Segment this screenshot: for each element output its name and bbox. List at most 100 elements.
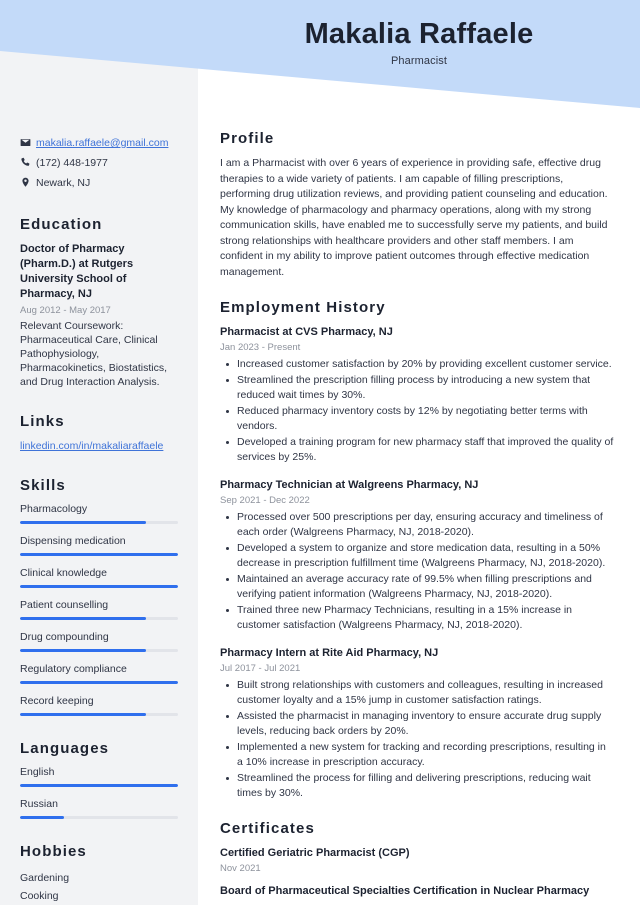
hobbies-heading: Hobbies	[20, 843, 87, 860]
sidebar: makalia.raffaele@gmail.com (172) 448-197…	[0, 0, 198, 905]
profile-heading: Profile	[220, 130, 275, 147]
contact-row-location: Newark, NJ	[20, 176, 178, 190]
job-bullet: Streamlined the prescription filling pro…	[220, 373, 614, 403]
employment-history-heading: Employment History	[220, 299, 386, 316]
language-item: Russian	[20, 798, 178, 819]
skill-label: Drug compounding	[20, 631, 109, 643]
skill-bar-fill	[20, 585, 178, 588]
linkedin-link[interactable]: linkedin.com/in/makaliaraffaele	[20, 439, 163, 453]
language-bar-track	[20, 784, 178, 787]
job-entry: Pharmacist at CVS Pharmacy, NJ Jan 2023 …	[220, 325, 614, 465]
job-date: Jan 2023 - Present	[220, 342, 301, 353]
education-entry: Doctor of Pharmacy (Pharm.D.) at Rutgers…	[20, 242, 178, 389]
contact-phone: (172) 448-1977	[36, 157, 108, 169]
job-bullet: Developed a system to organize and store…	[220, 541, 614, 571]
link-item[interactable]: linkedin.com/in/makaliaraffaele	[20, 439, 178, 453]
job-bullet: Trained three new Pharmacy Technicians, …	[220, 603, 614, 633]
resume-page: Makalia Raffaele Pharmacist makalia.raff…	[0, 0, 640, 905]
skill-bar-fill	[20, 681, 178, 684]
certificates-heading: Certificates	[220, 820, 315, 837]
section-employment-history: Employment History Pharmacist at CVS Pha…	[220, 299, 614, 801]
skill-bar-fill	[20, 713, 147, 716]
job-bullet: Streamlined the process for filling and …	[220, 771, 614, 801]
skill-label: Clinical knowledge	[20, 567, 107, 579]
skills-list: Pharmacology Dispensing medication Clini…	[20, 503, 178, 716]
language-bar-track	[20, 816, 178, 819]
profile-text: I am a Pharmacist with over 6 years of e…	[220, 157, 608, 278]
job-bullets: Processed over 500 prescriptions per day…	[220, 510, 614, 633]
language-label: Russian	[20, 798, 58, 810]
skill-item: Patient counselling	[20, 599, 178, 620]
skills-heading: Skills	[20, 477, 66, 494]
skill-bar-fill	[20, 649, 147, 652]
skill-item: Pharmacology	[20, 503, 178, 524]
language-bar-fill	[20, 784, 178, 787]
education-title: Doctor of Pharmacy (Pharm.D.) at Rutgers…	[20, 243, 134, 300]
job-entry: Pharmacy Technician at Walgreens Pharmac…	[220, 478, 614, 633]
job-bullet: Processed over 500 prescriptions per day…	[220, 510, 614, 540]
certificate-title: Certified Geriatric Pharmacist (CGP)	[220, 847, 410, 859]
email-link[interactable]: makalia.raffaele@gmail.com	[36, 137, 168, 149]
phone-icon	[20, 156, 36, 168]
section-certificates: Certificates Certified Geriatric Pharmac…	[220, 820, 614, 899]
skill-bar-track	[20, 681, 178, 684]
candidate-job-title: Pharmacist	[390, 55, 448, 68]
main-content: Profile I am a Pharmacist with over 6 ye…	[198, 0, 640, 905]
location-pin-icon	[20, 176, 36, 188]
candidate-name: Makalia Raffaele	[304, 17, 534, 50]
skill-item: Regulatory compliance	[20, 663, 178, 684]
job-title: Pharmacy Intern at Rite Aid Pharmacy, NJ	[220, 647, 439, 659]
job-bullets: Built strong relationships with customer…	[220, 678, 614, 801]
certificate-title: Board of Pharmaceutical Specialties Cert…	[220, 885, 590, 897]
skill-label: Dispensing medication	[20, 535, 126, 547]
job-entry: Pharmacy Intern at Rite Aid Pharmacy, NJ…	[220, 646, 614, 801]
skill-bar-track	[20, 521, 178, 524]
job-bullet: Increased customer satisfaction by 20% b…	[220, 357, 614, 372]
contact-location: Newark, NJ	[36, 177, 91, 189]
skill-item: Dispensing medication	[20, 535, 178, 556]
skill-label: Pharmacology	[20, 503, 88, 515]
skill-bar-track	[20, 649, 178, 652]
certificate-entry: Certified Geriatric Pharmacist (CGP) Nov…	[220, 846, 614, 874]
languages-heading: Languages	[20, 740, 110, 757]
section-links: Links linkedin.com/in/makaliaraffaele	[20, 413, 178, 453]
contact-email[interactable]: makalia.raffaele@gmail.com	[36, 136, 178, 150]
skill-item: Record keeping	[20, 695, 178, 716]
skill-item: Clinical knowledge	[20, 567, 178, 588]
job-bullet: Developed a training program for new pha…	[220, 435, 614, 465]
job-date: Sep 2021 - Dec 2022	[220, 495, 310, 506]
job-title: Pharmacist at CVS Pharmacy, NJ	[220, 326, 393, 338]
job-bullets: Increased customer satisfaction by 20% b…	[220, 357, 614, 465]
education-date: Aug 2012 - May 2017	[20, 305, 111, 316]
job-bullet: Maintained an average accuracy rate of 9…	[220, 572, 614, 602]
job-date: Jul 2017 - Jul 2021	[220, 663, 301, 674]
email-icon	[20, 136, 36, 148]
section-education: Education Doctor of Pharmacy (Pharm.D.) …	[20, 216, 178, 389]
education-heading: Education	[20, 216, 103, 233]
language-label: English	[20, 766, 55, 778]
links-heading: Links	[20, 413, 65, 430]
contact-row-email: makalia.raffaele@gmail.com	[20, 136, 178, 150]
skill-bar-track	[20, 713, 178, 716]
language-bar-fill	[20, 816, 65, 819]
section-skills: Skills Pharmacology Dispensing medicatio…	[20, 477, 178, 716]
skill-label: Regulatory compliance	[20, 663, 127, 675]
contact-list: makalia.raffaele@gmail.com (172) 448-197…	[20, 136, 178, 190]
skill-label: Patient counselling	[20, 599, 109, 611]
job-bullet: Built strong relationships with customer…	[220, 678, 614, 708]
education-description: Relevant Coursework: Pharmaceutical Care…	[20, 320, 168, 388]
skill-label: Record keeping	[20, 695, 94, 707]
certificate-entry: Board of Pharmaceutical Specialties Cert…	[220, 884, 614, 899]
hobby-item: Gardening	[20, 872, 70, 884]
skill-bar-track	[20, 617, 178, 620]
skill-bar-fill	[20, 521, 147, 524]
skill-bar-track	[20, 553, 178, 556]
skill-bar-track	[20, 585, 178, 588]
skill-bar-fill	[20, 617, 147, 620]
job-bullet: Reduced pharmacy inventory costs by 12% …	[220, 404, 614, 434]
job-title: Pharmacy Technician at Walgreens Pharmac…	[220, 479, 479, 491]
job-bullet: Implemented a new system for tracking an…	[220, 740, 614, 770]
section-languages: Languages English Russian	[20, 740, 178, 819]
hobby-item: Cooking	[20, 890, 59, 902]
section-profile: Profile I am a Pharmacist with over 6 ye…	[220, 130, 614, 280]
